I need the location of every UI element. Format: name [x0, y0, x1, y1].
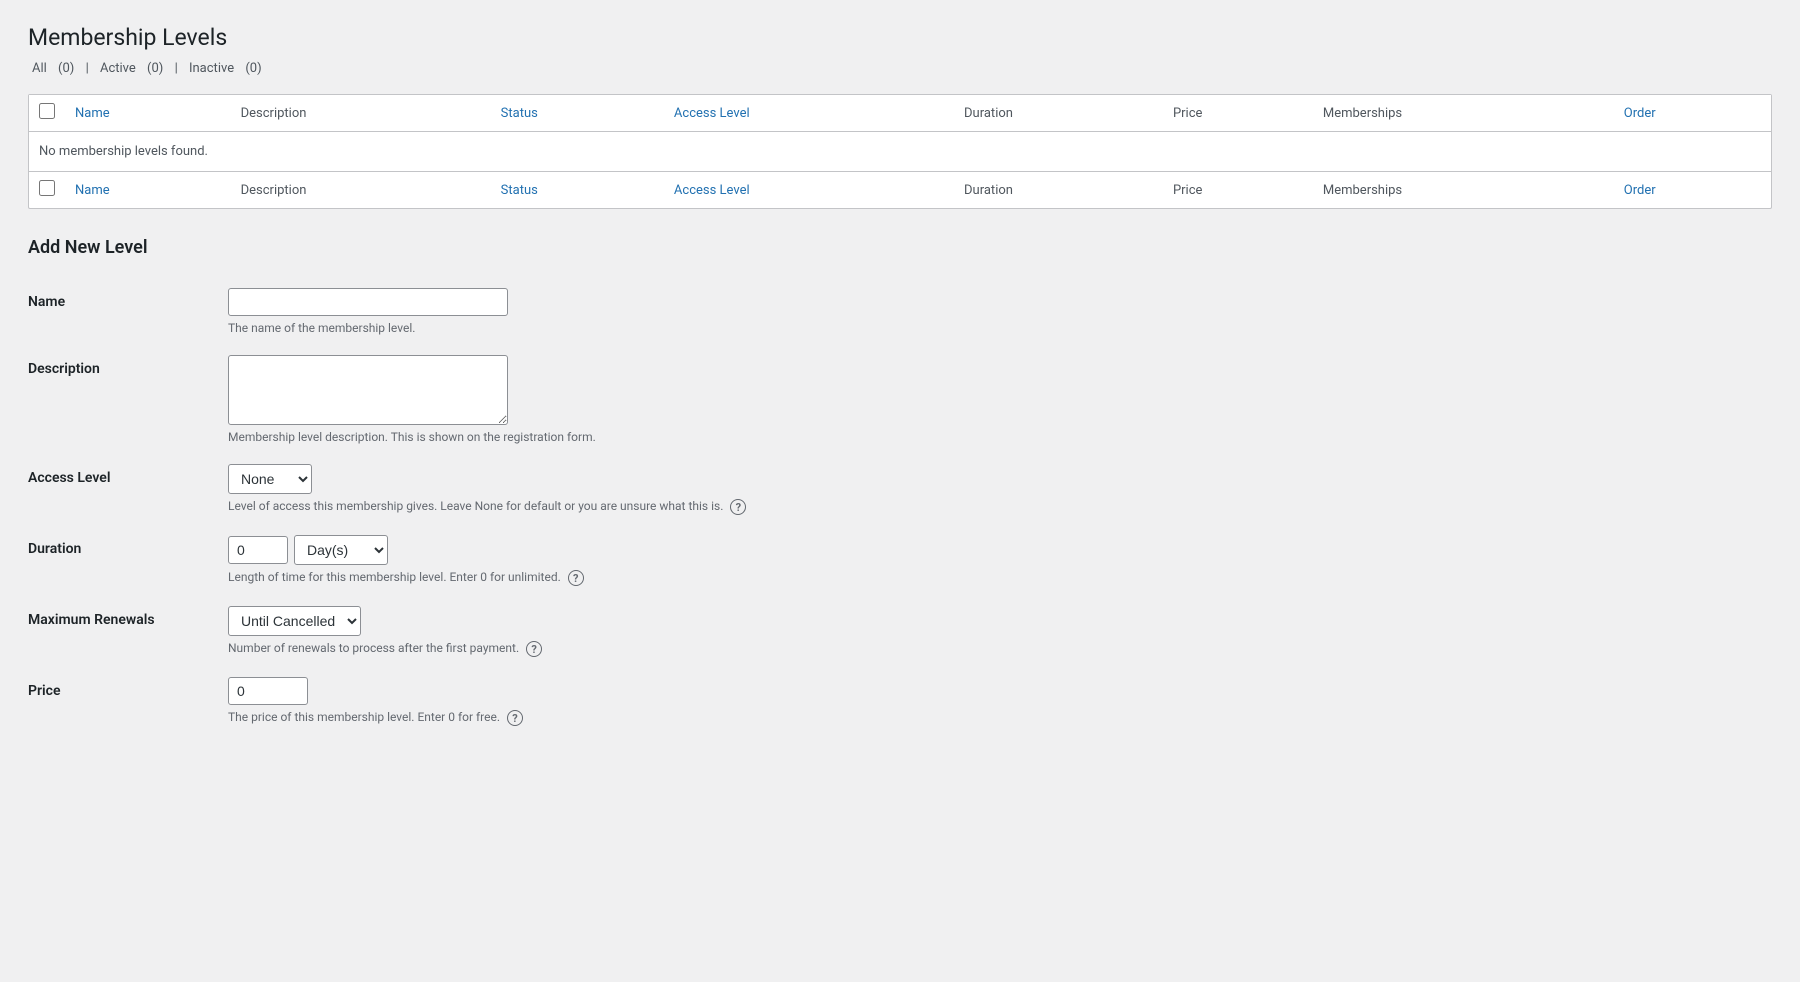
col-footer-memberships: Memberships [1313, 172, 1614, 209]
col-header-memberships: Memberships [1313, 95, 1614, 132]
max-renewals-select[interactable]: Until Cancelled 1 2 3 4 5 10 12 [228, 606, 361, 636]
col-footer-access-level[interactable]: Access Level [664, 172, 954, 209]
col-footer-order[interactable]: Order [1614, 172, 1771, 209]
col-footer-order-link[interactable]: Order [1624, 183, 1656, 198]
filter-all[interactable]: All (0) [28, 61, 82, 76]
col-header-description: Description [231, 95, 491, 132]
form-row-name: Name The name of the membership level. [28, 278, 1772, 345]
col-footer-duration: Duration [954, 172, 1163, 209]
select-all-header[interactable] [29, 95, 65, 132]
col-header-name[interactable]: Name [65, 95, 231, 132]
price-hint: The price of this membership level. Ente… [228, 710, 1772, 726]
max-renewals-help-icon[interactable]: ? [526, 641, 542, 657]
price-input-wrap [228, 677, 1772, 705]
form-row-price: Price The price of this membership level… [28, 667, 1772, 736]
access-level-label: Access Level [28, 454, 228, 525]
col-footer-access-link[interactable]: Access Level [674, 183, 750, 198]
table-header-row: Name Description Status Access Level Dur… [29, 95, 1771, 132]
access-level-hint: Level of access this membership gives. L… [228, 499, 1772, 515]
filter-active[interactable]: Active (0) [96, 61, 171, 76]
name-label: Name [28, 278, 228, 345]
max-renewals-label: Maximum Renewals [28, 596, 228, 667]
duration-help-icon[interactable]: ? [568, 570, 584, 586]
description-hint: Membership level description. This is sh… [228, 430, 1772, 444]
max-renewals-hint: Number of renewals to process after the … [228, 641, 1772, 657]
price-help-icon[interactable]: ? [507, 710, 523, 726]
form-row-description: Description Membership level description… [28, 345, 1772, 454]
table-footer-row: Name Description Status Access Level Dur… [29, 172, 1771, 209]
price-label: Price [28, 667, 228, 736]
description-textarea[interactable] [228, 355, 508, 425]
price-input[interactable] [228, 677, 308, 705]
col-header-price: Price [1163, 95, 1313, 132]
duration-number-input[interactable] [228, 536, 288, 564]
access-level-help-icon[interactable]: ? [730, 499, 746, 515]
filter-inactive[interactable]: Inactive (0) [185, 61, 266, 76]
add-level-form: Name The name of the membership level. D… [28, 278, 1772, 736]
add-new-level-title: Add New Level [28, 237, 1772, 258]
duration-hint: Length of time for this membership level… [228, 570, 1772, 586]
col-status-link[interactable]: Status [501, 106, 538, 121]
duration-controls: Day(s) Week(s) Month(s) Year(s) [228, 535, 1772, 565]
select-all-footer-checkbox[interactable] [39, 180, 55, 196]
duration-label: Duration [28, 525, 228, 596]
filter-links: All (0) | Active (0) | Inactive (0) [28, 61, 1772, 76]
select-all-checkbox[interactable] [39, 103, 55, 119]
col-footer-price: Price [1163, 172, 1313, 209]
form-row-access-level: Access Level None Level 1 Level 2 Level … [28, 454, 1772, 525]
description-label: Description [28, 345, 228, 454]
col-footer-status[interactable]: Status [491, 172, 664, 209]
name-input[interactable] [228, 288, 508, 316]
name-hint: The name of the membership level. [228, 321, 1772, 335]
membership-levels-table: Name Description Status Access Level Dur… [28, 94, 1772, 209]
col-header-status[interactable]: Status [491, 95, 664, 132]
col-header-access-level[interactable]: Access Level [664, 95, 954, 132]
col-footer-name-link[interactable]: Name [75, 183, 110, 198]
col-footer-status-link[interactable]: Status [501, 183, 538, 198]
col-access-level-link[interactable]: Access Level [674, 106, 750, 121]
add-new-level-section: Add New Level Name The name of the membe… [28, 237, 1772, 736]
form-row-max-renewals: Maximum Renewals Until Cancelled 1 2 3 4… [28, 596, 1772, 667]
col-name-link[interactable]: Name [75, 106, 110, 121]
col-order-link[interactable]: Order [1624, 106, 1656, 121]
page-title: Membership Levels [28, 24, 1772, 51]
access-level-select[interactable]: None Level 1 Level 2 Level 3 [228, 464, 312, 494]
duration-unit-select[interactable]: Day(s) Week(s) Month(s) Year(s) [294, 535, 388, 565]
form-row-duration: Duration Day(s) Week(s) Month(s) Year(s)… [28, 525, 1772, 596]
select-all-footer[interactable] [29, 172, 65, 209]
col-header-order[interactable]: Order [1614, 95, 1771, 132]
empty-message: No membership levels found. [29, 132, 1771, 172]
col-footer-name[interactable]: Name [65, 172, 231, 209]
col-footer-description: Description [231, 172, 491, 209]
empty-row: No membership levels found. [29, 132, 1771, 172]
col-header-duration: Duration [954, 95, 1163, 132]
